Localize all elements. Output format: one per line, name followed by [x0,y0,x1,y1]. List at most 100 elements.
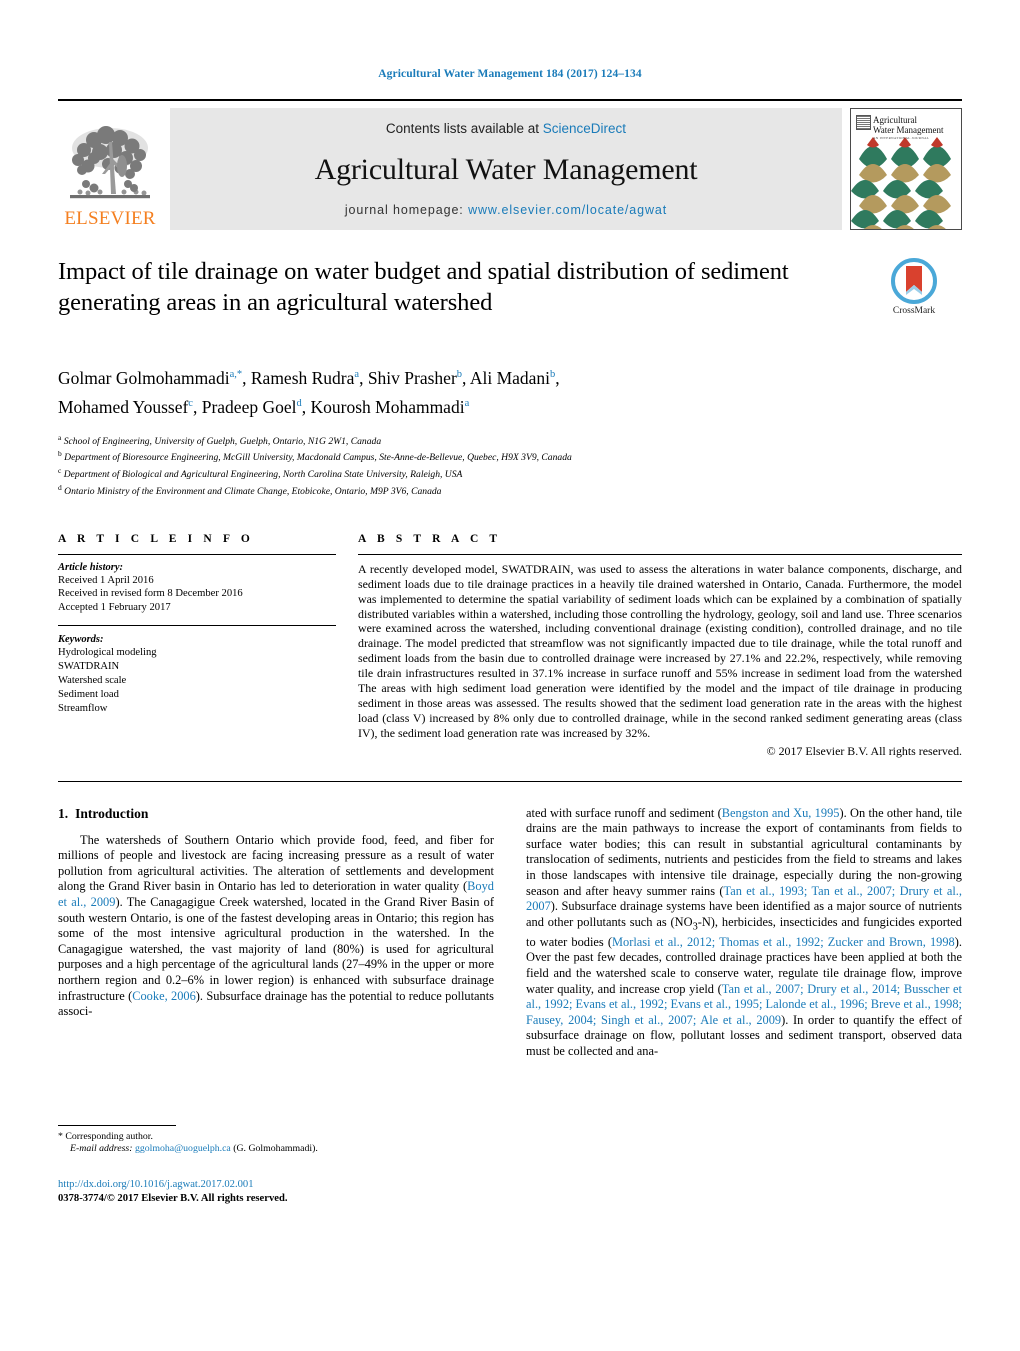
keyword-item: Streamflow [58,702,108,714]
page-title: Impact of tile drainage on water budget … [58,258,789,316]
article-info-heading: A R T I C L E I N F O [58,532,254,545]
title-block: Impact of tile drainage on water budget … [58,256,962,346]
keyword-item: Sediment load [58,688,119,700]
author-affil-marker: b [550,369,556,380]
cover-subtitle: AN INTERNATIONAL JOURNAL [873,136,930,140]
author-item: Ali Madanib [470,368,555,388]
email-suffix: (G. Golmohammadi). [233,1143,318,1155]
author-item: Shiv Prasherb [368,368,462,388]
crossmark-icon [891,258,937,304]
crossmark-badge[interactable]: CrossMark [866,258,962,316]
affiliation-text: Ontario Ministry of the Environment and … [64,486,442,498]
author-item: Kourosh Mohammadia [310,397,469,417]
doi-block: http://dx.doi.org/10.1016/j.agwat.2017.0… [58,1178,494,1206]
affiliation-item: a School of Engineering, University of G… [58,432,962,449]
divider [58,624,336,626]
section-number: 1. [58,805,69,821]
author-affil-marker: a [464,397,470,409]
divider [58,780,962,782]
cover-title-line1: Agricultural [873,115,917,125]
running-head: Agricultural Water Management 184 (2017)… [378,68,642,80]
divider [358,553,962,555]
article-history-item: Received 1 April 2016 [58,574,154,586]
author-name: Ali Madani [469,367,551,388]
text-run: The watersheds of Southern Ontario which… [58,832,494,894]
corresponding-author-note: * Corresponding author. [58,1131,494,1143]
issn-copyright-line: 0378-3774/© 2017 Elsevier B.V. All right… [58,1192,288,1204]
masthead-banner: Contents lists available at ScienceDirec… [170,108,842,230]
author-affil-marker: c [188,397,193,409]
cover-publisher-icon [856,115,871,130]
abstract-heading: A B S T R A C T [358,532,502,545]
citation-link[interactable]: Morlasi et al., 2012; Thomas et al., 199… [612,935,955,949]
author-name: Mohamed Youssef [58,396,189,417]
keyword-item: Watershed scale [58,674,127,686]
paper-page: Agricultural Water Management 184 (2017)… [0,0,1020,1351]
journal-homepage-line: journal homepage: www.elsevier.com/locat… [345,203,667,217]
abstract-column: A B S T R A C T A recently developed mod… [336,533,962,759]
author-name: Golmar Golmohammadi [58,367,230,388]
affiliation-marker: d [58,483,62,492]
section-heading-introduction: 1. Introduction [58,806,494,822]
author-affil-marker: b [456,369,463,380]
journal-homepage-link[interactable]: www.elsevier.com/locate/agwat [468,203,667,217]
affiliation-item: d Ontario Ministry of the Environment an… [58,482,962,499]
affiliation-marker: a [58,432,62,442]
citation-link[interactable]: Cooke, 2006 [132,989,196,1003]
footnote-divider [58,1124,176,1126]
author-name: Pradeep Goel [201,396,297,417]
author-list: Golmar Golmohammadia,*, Ramesh Rudraa, S… [58,367,560,417]
body-columns: 1. Introduction The watersheds of Souther… [58,806,962,1206]
cover-title: Agricultural Water Management [873,115,944,135]
author-item: Mohamed Youssefc [58,397,193,417]
journal-cover-thumbnail: Agricultural Water Management AN INTERNA… [850,108,962,230]
sciencedirect-link[interactable]: ScienceDirect [543,121,626,136]
author-affil-marker: d [296,397,302,409]
corresponding-marker: * [58,1130,63,1142]
affiliation-item: b Department of Bioresource Engineering,… [58,448,962,465]
section-title: Introduction [75,805,149,821]
affiliation-text: Department of Biological and Agricultura… [63,469,463,481]
elsevier-wordmark: ELSEVIER [64,208,156,229]
keywords-label: Keywords: [58,633,104,645]
body-column-right: ated with surface runoff and sediment (B… [526,806,962,1206]
affiliation-marker: c [58,466,62,476]
article-info-column: A R T I C L E I N F O Article history: R… [58,533,336,716]
journal-title: Agricultural Water Management [314,152,698,186]
affiliation-text: School of Engineering, University of Gue… [63,435,382,447]
body-column-left: 1. Introduction The watersheds of Souther… [58,806,494,1206]
author-affil-marker: a,* [229,369,243,380]
email-note: E-mail address: ggolmoha@uoguelph.ca (G.… [58,1143,494,1155]
elsevier-logo: ELSEVIER [58,108,162,230]
author-name: Kourosh Mohammadi [310,396,465,417]
author-name: Shiv Prasher [367,367,457,388]
intro-paragraph-left: The watersheds of Southern Ontario which… [58,833,494,1020]
contents-line: Contents lists available at ScienceDirec… [386,121,626,136]
article-history-item: Received in revised form 8 December 2016 [58,588,243,600]
doi-link[interactable]: http://dx.doi.org/10.1016/j.agwat.2017.0… [58,1178,494,1192]
author-item: Ramesh Rudraa [251,368,359,388]
citation-link[interactable]: Bengston and Xu, 1995 [722,806,840,820]
abstract-text: A recently developed model, SWATDRAIN, w… [358,561,962,740]
affiliation-item: c Department of Biological and Agricultu… [58,465,962,482]
intro-paragraph-right: ated with surface runoff and sediment (B… [526,806,962,1060]
abstract-copyright: © 2017 Elsevier B.V. All rights reserved… [766,743,962,758]
author-name: Ramesh Rudra [250,367,355,388]
info-abstract-row: A R T I C L E I N F O Article history: R… [58,533,962,759]
keyword-item: Hydrological modeling [58,646,157,658]
journal-masthead: ELSEVIER Contents lists available at Sci… [58,99,962,230]
contents-prefix: Contents lists available at [385,121,540,136]
crossmark-label: CrossMark [892,306,936,316]
homepage-prefix: journal homepage: [344,203,464,217]
affiliation-text: Department of Bioresource Engineering, M… [64,452,572,464]
left-column-content: 1. Introduction The watersheds of Souther… [58,806,494,1206]
email-link[interactable]: ggolmoha@uoguelph.ca [135,1143,231,1154]
affiliation-marker: b [58,449,62,459]
cover-title-line2: Water Management [873,125,944,135]
article-history-item: Accepted 1 February 2017 [58,601,171,613]
affiliation-list: a School of Engineering, University of G… [58,432,962,499]
divider [58,553,336,555]
author-item: Golmar Golmohammadia,* [58,368,242,388]
keywords-block: Keywords: Hydrological modeling SWATDRAI… [58,634,336,716]
author-item: Pradeep Goeld [202,397,302,417]
